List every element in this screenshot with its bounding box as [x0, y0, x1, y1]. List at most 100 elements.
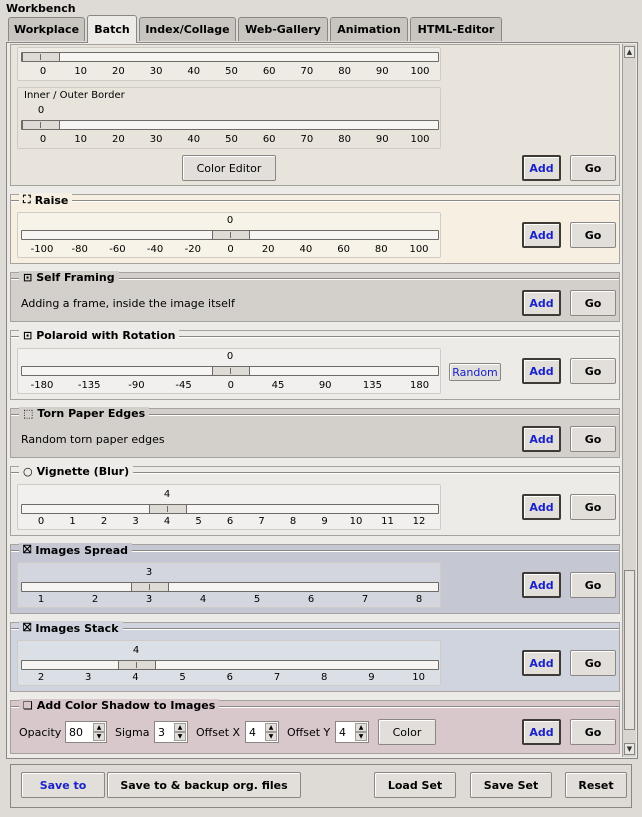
tick-label: 8	[289, 516, 297, 527]
shadow-color-button[interactable]: Color	[378, 719, 436, 745]
tab-workplace[interactable]: Workplace	[8, 17, 85, 41]
spin-up-icon[interactable]: ▲	[265, 723, 277, 732]
tick-label: 3	[132, 516, 139, 527]
tick-label: 30	[149, 134, 163, 145]
scrollbar-thumb[interactable]	[624, 570, 635, 730]
stack-add-button[interactable]: Add	[522, 650, 561, 676]
inner-outer-slider-track[interactable]	[21, 120, 439, 130]
polaroid-go-button[interactable]: Go	[570, 358, 616, 384]
vertical-scrollbar[interactable]: ▲ ▼	[622, 44, 636, 757]
tick-label: -60	[109, 244, 126, 255]
vignette-value: 4	[163, 489, 171, 500]
vignette-section: ○ Vignette (Blur) 4 0 1 2 3 4 5 6 7 8 9 10 11 12 Add…	[10, 465, 620, 536]
save-to-button[interactable]: Save to	[21, 772, 105, 798]
spin-up-icon[interactable]: ▲	[355, 723, 367, 732]
vignette-slider-track[interactable]	[21, 504, 439, 514]
raise-icon: ⛶	[23, 193, 31, 206]
tick-label: 45	[271, 380, 285, 391]
stack-slider-track[interactable]	[21, 660, 439, 670]
random-button[interactable]: Random	[449, 363, 501, 381]
self-framing-header: ⊡ Self Framing	[19, 271, 119, 284]
offset-x-spinbox[interactable]: 4 ▲ ▼	[245, 721, 279, 743]
border-add-button[interactable]: Add	[522, 155, 561, 181]
border-slider-track[interactable]	[21, 52, 439, 62]
self-framing-description: Adding a frame, inside the image itself	[21, 297, 235, 310]
opacity-spinbox[interactable]: 80 ▲ ▼	[65, 721, 107, 743]
tab-index-collage[interactable]: Index/Collage	[139, 17, 236, 41]
spread-slider-thumb[interactable]	[131, 582, 169, 592]
border-slider-thumb[interactable]	[22, 52, 60, 62]
tick-label: 7	[361, 594, 369, 605]
save-set-button[interactable]: Save Set	[470, 772, 552, 798]
reset-button[interactable]: Reset	[565, 772, 627, 798]
spread-add-button[interactable]: Add	[522, 572, 561, 598]
tick-label: -40	[146, 244, 164, 255]
opacity-value: 80	[69, 725, 83, 739]
tab-batch[interactable]: Batch	[87, 15, 137, 43]
shadow-title: Add Color Shadow to Images	[36, 699, 216, 712]
tick-label: 5	[179, 672, 186, 683]
tab-animation[interactable]: Animation	[330, 17, 408, 41]
inner-outer-slider-thumb[interactable]	[22, 120, 60, 130]
border-section: 0 10 20 30 40 50 60 70 80 90 100 Inner / Outer Bor…	[10, 44, 620, 186]
tick-label: 2	[37, 672, 45, 683]
sigma-spin-arrows[interactable]: ▲ ▼	[174, 723, 186, 741]
sigma-spinbox[interactable]: 3 ▲ ▼	[154, 721, 188, 743]
spin-up-icon[interactable]: ▲	[174, 723, 186, 732]
load-set-button[interactable]: Load Set	[374, 772, 456, 798]
raise-add-button[interactable]: Add	[522, 222, 561, 248]
polaroid-slider-track[interactable]	[21, 366, 439, 376]
tick-label: 40	[187, 134, 201, 145]
tick-label: 10	[74, 134, 88, 145]
spread-go-button[interactable]: Go	[570, 572, 616, 598]
vignette-title: Vignette (Blur)	[36, 465, 130, 478]
stack-slider-thumb[interactable]	[118, 660, 156, 670]
stack-go-button[interactable]: Go	[570, 650, 616, 676]
torn-paper-add-button[interactable]: Add	[522, 426, 561, 452]
opacity-spin-arrows[interactable]: ▲ ▼	[93, 723, 105, 741]
shadow-add-button[interactable]: Add	[522, 719, 561, 745]
tick-label: 8	[415, 594, 423, 605]
vignette-slider-thumb[interactable]	[149, 504, 187, 514]
tick-label: 9	[368, 672, 375, 683]
tick-label: 4	[163, 516, 171, 527]
tab-web-gallery[interactable]: Web-Gallery	[238, 17, 328, 41]
save-backup-button[interactable]: Save to & backup org. files	[107, 772, 301, 798]
tick-label: 4	[132, 672, 139, 683]
color-editor-button[interactable]: Color Editor	[182, 155, 276, 181]
tab-html-editor[interactable]: HTML-Editor	[410, 17, 502, 41]
polaroid-header: ⊡ Polaroid with Rotation	[19, 329, 180, 342]
tick-label: 20	[261, 244, 275, 255]
raise-slider-thumb[interactable]	[212, 230, 250, 240]
scroll-down-icon[interactable]: ▼	[624, 743, 635, 755]
scroll-up-icon[interactable]: ▲	[624, 46, 635, 58]
polaroid-slider-thumb[interactable]	[212, 366, 250, 376]
tick-label: -135	[77, 380, 101, 391]
spin-down-icon[interactable]: ▼	[174, 732, 186, 741]
spin-down-icon[interactable]: ▼	[93, 732, 105, 741]
self-framing-add-button[interactable]: Add	[522, 290, 561, 316]
tick-label: 11	[381, 516, 394, 527]
torn-paper-header: ⬚ Torn Paper Edges	[19, 407, 150, 420]
self-framing-go-button[interactable]: Go	[570, 290, 616, 316]
spin-down-icon[interactable]: ▼	[265, 732, 277, 741]
shadow-go-button[interactable]: Go	[570, 719, 616, 745]
raise-slider-track[interactable]	[21, 230, 439, 240]
torn-paper-go-button[interactable]: Go	[570, 426, 616, 452]
offset-y-spin-arrows[interactable]: ▲ ▼	[355, 723, 367, 741]
polaroid-section: ⊡ Polaroid with Rotation 0 -180 -135 -90 -4…	[10, 329, 620, 400]
vignette-add-button[interactable]: Add	[522, 494, 561, 520]
polaroid-add-button[interactable]: Add	[522, 358, 561, 384]
offset-y-spinbox[interactable]: 4 ▲ ▼	[335, 721, 369, 743]
spin-down-icon[interactable]: ▼	[355, 732, 367, 741]
border-slider-box: 0 10 20 30 40 50 60 70 80 90 100	[17, 47, 441, 81]
spread-slider-track[interactable]	[21, 582, 439, 592]
spin-up-icon[interactable]: ▲	[93, 723, 105, 732]
offset-x-label: Offset X	[196, 726, 241, 739]
raise-go-button[interactable]: Go	[570, 222, 616, 248]
tick-label: 100	[410, 134, 430, 145]
vignette-go-button[interactable]: Go	[570, 494, 616, 520]
border-go-button[interactable]: Go	[570, 155, 616, 181]
offset-x-spin-arrows[interactable]: ▲ ▼	[265, 723, 277, 741]
tick-label: -180	[30, 380, 54, 391]
